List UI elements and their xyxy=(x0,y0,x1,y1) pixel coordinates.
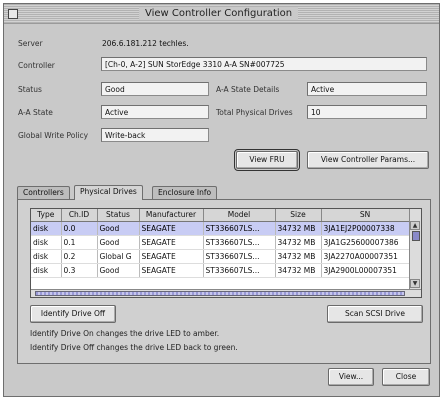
table-header-row: Type Ch.ID Status Manufacturer Model Siz… xyxy=(31,209,410,222)
table-cell: Global G xyxy=(97,249,140,264)
table-cell: SEAGATE xyxy=(139,221,204,236)
table-cell: ST336607LS... xyxy=(203,249,276,264)
column-header-model[interactable]: Model xyxy=(203,209,276,222)
table-cell: 3JA2900L00007351 xyxy=(321,263,410,278)
table-row[interactable]: disk 0.2 Global G SEAGATE ST336607LS... … xyxy=(31,249,410,264)
table-cell: 3JA1EJ2P00007338 xyxy=(321,221,410,236)
table-cell: 34732 MB xyxy=(275,263,322,278)
table-cell: disk xyxy=(31,263,62,278)
view-controller-configuration-window: View Controller Configuration Server 206… xyxy=(3,3,440,397)
column-header-sn[interactable]: SN xyxy=(321,209,410,222)
status-field: Good xyxy=(101,82,209,96)
table-cell: ST336607LS... xyxy=(203,263,276,278)
tab-enclosure-info[interactable]: Enclosure Info xyxy=(152,186,218,200)
table-cell: 0.3 xyxy=(61,263,98,278)
tab-controllers[interactable]: Controllers xyxy=(17,186,70,200)
table-cell: 34732 MB xyxy=(275,221,322,236)
total-physical-drives-field: 10 xyxy=(307,105,427,119)
table-cell: Good xyxy=(97,235,140,250)
controller-label: Controller xyxy=(18,61,55,70)
server-value: 206.6.181.212 techles. xyxy=(102,39,189,48)
table-cell: 34732 MB xyxy=(275,249,322,264)
vertical-scrollbar[interactable]: ▲ ▼ xyxy=(409,209,421,289)
column-header-ch-id[interactable]: Ch.ID xyxy=(61,209,98,222)
aa-state-field: Active xyxy=(101,105,209,119)
tab-physical-drives[interactable]: Physical Drives xyxy=(74,185,143,200)
table-row[interactable]: disk 0.1 Good SEAGATE ST336607LS... 3473… xyxy=(31,235,410,250)
server-label: Server xyxy=(18,39,43,48)
status-label: Status xyxy=(18,85,42,94)
table-cell: 34732 MB xyxy=(275,235,322,250)
vertical-scroll-thumb[interactable] xyxy=(412,231,420,241)
table-cell: Good xyxy=(97,221,140,236)
title-bar[interactable]: View Controller Configuration xyxy=(4,4,439,24)
window-title: View Controller Configuration xyxy=(139,7,299,20)
aa-state-label: A-A State xyxy=(18,108,53,117)
total-physical-drives-label: Total Physical Drives xyxy=(216,108,293,117)
view-fru-button[interactable]: View FRU xyxy=(234,149,300,171)
aa-state-details-field: Active xyxy=(307,82,427,96)
table-cell: 0.0 xyxy=(61,221,98,236)
table-cell: 3JA1G25600007386 xyxy=(321,235,410,250)
controller-field: [Ch-0, A-2] SUN StorEdge 3310 A-A SN#007… xyxy=(101,57,427,71)
table-cell: SEAGATE xyxy=(139,249,204,264)
table-row[interactable]: disk 0.0 Good SEAGATE ST336607LS... 3473… xyxy=(31,221,410,236)
table-cell: SEAGATE xyxy=(139,235,204,250)
horizontal-scrollbar[interactable] xyxy=(31,289,421,297)
global-write-policy-field: Write-back xyxy=(101,128,209,142)
window-close-box[interactable] xyxy=(8,9,18,19)
view-controller-params-button[interactable]: View Controller Params... xyxy=(307,151,429,169)
physical-drives-tab-panel: Type Ch.ID Status Manufacturer Model Siz… xyxy=(17,199,431,364)
close-button[interactable]: Close xyxy=(382,368,430,386)
table-cell: Good xyxy=(97,263,140,278)
table-cell: SEAGATE xyxy=(139,263,204,278)
view-button[interactable]: View... xyxy=(328,368,374,386)
identify-drive-on-info: Identify Drive On changes the drive LED … xyxy=(30,329,220,338)
column-header-manufacturer[interactable]: Manufacturer xyxy=(139,209,204,222)
table-cell: ST336607LS... xyxy=(203,221,276,236)
table-cell: 3JA2270A00007351 xyxy=(321,249,410,264)
identify-drive-button[interactable]: Identify Drive Off xyxy=(30,305,116,323)
scroll-down-arrow-icon[interactable]: ▼ xyxy=(410,279,420,288)
table-cell: 0.2 xyxy=(61,249,98,264)
table-row[interactable]: disk 0.3 Good SEAGATE ST336607LS... 3473… xyxy=(31,263,410,278)
physical-drives-table[interactable]: Type Ch.ID Status Manufacturer Model Siz… xyxy=(30,208,422,298)
table-cell: disk xyxy=(31,235,62,250)
scan-scsi-drive-button[interactable]: Scan SCSI Drive xyxy=(327,305,423,323)
table-cell: 0.1 xyxy=(61,235,98,250)
scroll-up-arrow-icon[interactable]: ▲ xyxy=(410,221,420,230)
aa-state-details-label: A-A State Details xyxy=(216,85,280,94)
table-cell: disk xyxy=(31,249,62,264)
table-cell: ST336607LS... xyxy=(203,235,276,250)
horizontal-scroll-thumb[interactable] xyxy=(35,291,405,296)
column-header-type[interactable]: Type xyxy=(31,209,62,222)
column-header-size[interactable]: Size xyxy=(275,209,322,222)
identify-drive-off-info: Identify Drive Off changes the drive LED… xyxy=(30,343,238,352)
table-cell: disk xyxy=(31,221,62,236)
global-write-policy-label: Global Write Policy xyxy=(18,131,89,140)
column-header-status[interactable]: Status xyxy=(97,209,140,222)
